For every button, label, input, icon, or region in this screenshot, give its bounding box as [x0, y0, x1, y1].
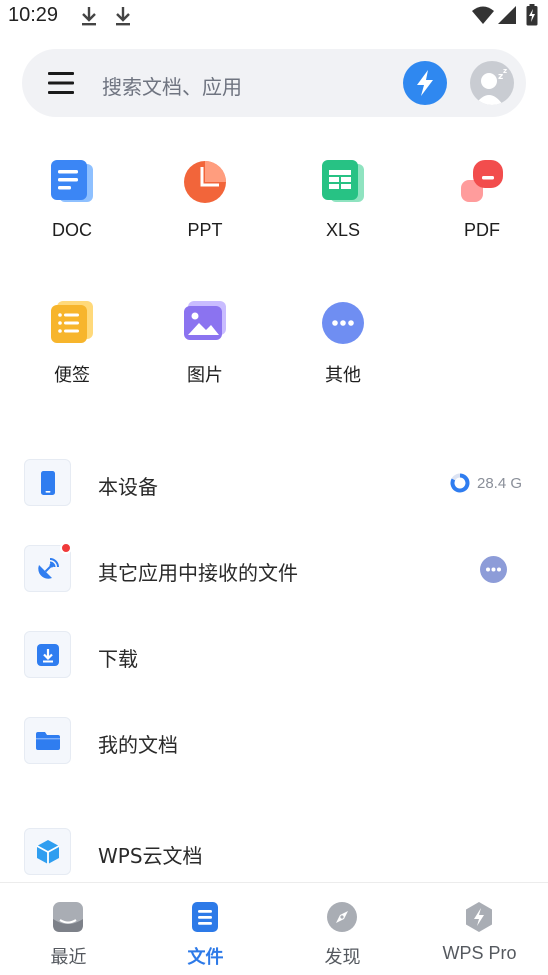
wifi-icon	[472, 6, 494, 24]
nav-label: WPS Pro	[442, 943, 517, 963]
image-icon	[184, 301, 226, 340]
download-notification-icon	[82, 7, 96, 26]
phone-icon	[41, 471, 55, 495]
category-label: PDF	[464, 220, 500, 240]
tile	[24, 828, 71, 875]
ellipsis-icon	[486, 567, 501, 572]
location-download[interactable]: 下载	[0, 623, 548, 687]
nav-label: 最近	[50, 947, 87, 968]
search-input[interactable]: 搜索文档、应用	[102, 71, 242, 100]
location-received-files[interactable]: 其它应用中接收的文件	[0, 537, 548, 601]
pdf-icon	[461, 160, 503, 202]
xls-icon	[322, 160, 364, 202]
folder-icon	[36, 732, 60, 750]
location-label: 本设备	[98, 475, 158, 499]
nav-label: 发现	[324, 947, 361, 968]
more-options-button[interactable]	[480, 556, 507, 583]
pro-icon	[466, 902, 492, 932]
signal-icon	[498, 6, 516, 24]
category-pdf[interactable]: PDF	[432, 158, 532, 258]
category-label: XLS	[325, 220, 361, 240]
category-ppt[interactable]: PPT	[155, 158, 255, 258]
location-this-device[interactable]: 本设备 28.4 G	[0, 451, 548, 515]
files-icon	[192, 902, 218, 932]
avatar[interactable]: z z	[470, 61, 514, 105]
location-wps-cloud[interactable]: WPS云文档	[0, 820, 548, 884]
storage-size: 28.4 G	[477, 475, 523, 492]
status-bar: 10:29	[0, 0, 548, 32]
nav-discover[interactable]: 发现	[274, 883, 411, 975]
svg-text:z: z	[503, 67, 507, 75]
nav-recent[interactable]: 最近	[0, 883, 137, 975]
storage-ring-icon	[450, 473, 470, 493]
category-xls[interactable]: XLS	[293, 158, 393, 258]
lightning-icon	[417, 70, 433, 96]
category-image[interactable]: 图片	[155, 299, 255, 399]
nav-wps-pro[interactable]: WPS Pro	[411, 883, 548, 975]
location-label: 我的文档	[98, 733, 178, 757]
quick-action-button[interactable]	[403, 61, 447, 105]
compass-icon	[327, 902, 357, 932]
sleeping-user-icon: z z	[475, 67, 507, 105]
tile	[24, 631, 71, 678]
category-label: 图片	[187, 365, 223, 385]
satellite-icon	[38, 558, 59, 579]
menu-icon[interactable]	[48, 71, 74, 95]
category-label: PPT	[187, 220, 223, 240]
memo-icon	[51, 301, 93, 343]
status-time: 10:29	[8, 4, 59, 26]
download-icon	[37, 644, 59, 666]
doc-icon	[51, 160, 93, 202]
nav-files[interactable]: 文件	[137, 883, 274, 975]
category-label: 便签	[54, 365, 90, 385]
category-memo[interactable]: 便签	[22, 299, 122, 399]
location-label: WPS云文档	[98, 844, 203, 868]
category-other[interactable]: 其他	[293, 299, 393, 399]
nav-label: 文件	[187, 947, 224, 968]
notification-dot	[60, 542, 72, 554]
category-doc[interactable]: DOC	[22, 158, 122, 258]
tile	[24, 459, 71, 506]
category-label: DOC	[52, 220, 92, 240]
location-my-documents[interactable]: 我的文档	[0, 709, 548, 773]
location-label: 下载	[98, 647, 138, 671]
more-icon	[322, 302, 364, 344]
cloud-box-icon	[36, 840, 60, 864]
recent-icon	[53, 902, 83, 932]
bottom-nav: 最近 文件 发现 WPS Pro	[0, 882, 548, 975]
category-label: 其他	[325, 365, 361, 385]
battery-icon	[526, 4, 538, 26]
download-notification-icon	[116, 7, 130, 26]
tile	[24, 717, 71, 764]
search-bar[interactable]: 搜索文档、应用 z z	[22, 49, 526, 117]
ppt-icon	[184, 161, 226, 203]
location-label: 其它应用中接收的文件	[98, 561, 298, 585]
